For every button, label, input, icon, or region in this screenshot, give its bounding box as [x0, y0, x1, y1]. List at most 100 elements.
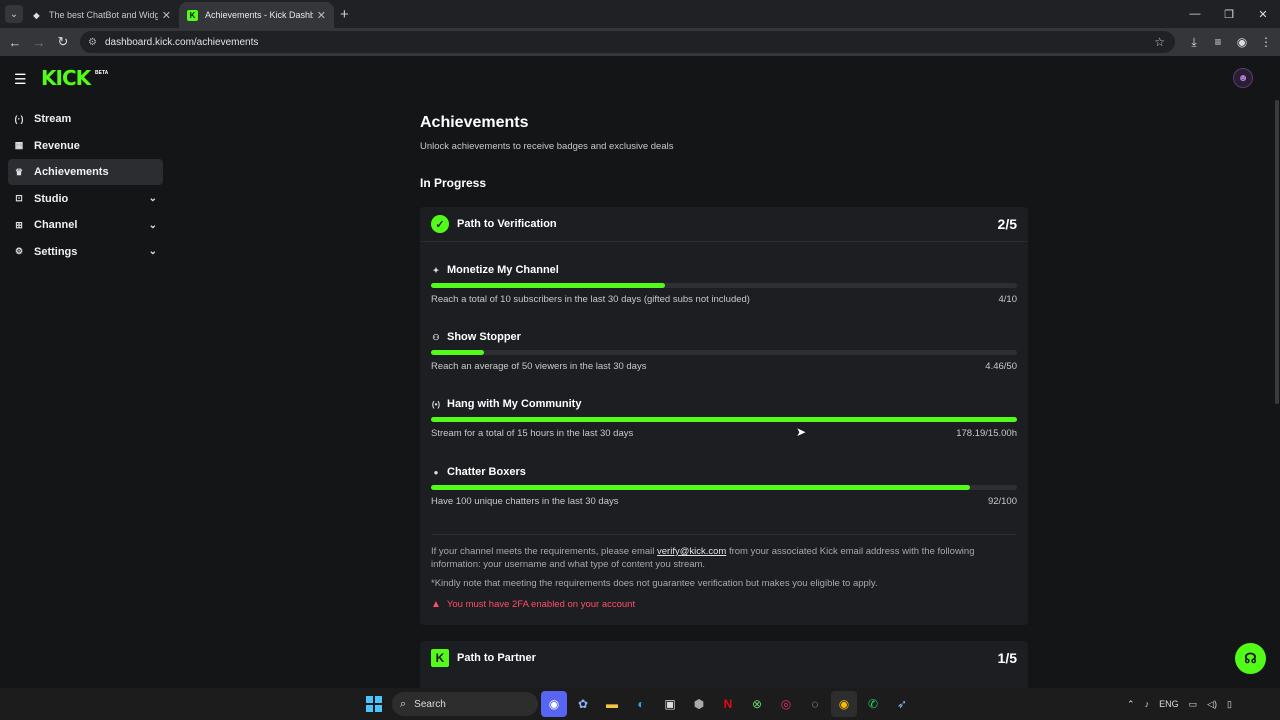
trophy-icon: ♛	[14, 166, 24, 177]
new-tab-button[interactable]: +	[340, 6, 349, 23]
address-bar-row: ← → ↻ ⚙ dashboard.kick.com/achievements …	[0, 28, 1280, 56]
toolbar-icons: ⤓ ≡ ◉ ⋮	[1186, 28, 1274, 56]
discord-icon[interactable]: ◉	[541, 691, 567, 717]
site-info-icon[interactable]: ⚙	[88, 37, 97, 48]
edge-icon[interactable]: ◐	[628, 691, 654, 717]
partner-card: K Path to Partner 1/5	[420, 641, 1028, 688]
warning-icon: ▲	[431, 599, 441, 610]
warning-text: You must have 2FA enabled on your accoun…	[446, 599, 636, 610]
windows-taskbar: ⌕ Search ◉ ✿ ▬ ◐ ▣ ⬢ N ⊗ ◎ ◌ ◉ ✆ ➶ ⌃ ♪ E…	[0, 688, 1280, 720]
avatar[interactable]: ☻	[1233, 68, 1253, 88]
taskbar-search[interactable]: ⌕ Search	[392, 692, 538, 716]
url-text: dashboard.kick.com/achievements	[104, 36, 259, 48]
gear-icon: ⚙	[14, 246, 24, 257]
section-title-in-progress: In Progress	[420, 176, 487, 190]
reload-icon[interactable]: ↻	[51, 34, 75, 50]
volume-icon[interactable]: ◁)	[1207, 699, 1217, 710]
copilot-icon[interactable]: ✿	[570, 691, 596, 717]
kick-logo[interactable]: KICK	[41, 66, 91, 90]
close-tab-icon[interactable]: ✕	[162, 9, 171, 22]
browser-tab-1[interactable]: ◆ The best ChatBot and Widgets ✕	[23, 2, 179, 28]
browser-tab-2[interactable]: K Achievements - Kick Dashboard ✕	[179, 2, 334, 28]
hamburger-menu-icon[interactable]: ☰	[14, 71, 28, 88]
microphone-icon[interactable]: ♪	[1145, 699, 1150, 709]
page-scrollbar[interactable]	[1275, 100, 1279, 404]
card-title: Path to Partner	[457, 652, 536, 664]
media-icon[interactable]: ≡	[1210, 35, 1226, 49]
help-chat-button[interactable]: ☊	[1235, 643, 1266, 674]
verified-badge-icon: ✓	[431, 215, 449, 233]
chevron-down-icon[interactable]: ⌄	[149, 193, 157, 204]
partner-card-header: K Path to Partner 1/5	[420, 641, 1028, 675]
windows-start-icon[interactable]	[366, 696, 382, 712]
verify-email-link[interactable]: verify@kick.com	[657, 546, 726, 557]
chevron-down-icon[interactable]: ⌄	[149, 220, 157, 231]
network-icon[interactable]: ▭	[1189, 699, 1198, 710]
whatsapp-icon[interactable]: ✆	[860, 691, 886, 717]
sidebar-item-label: Settings	[34, 245, 78, 258]
task-hang-with-community: (•) Hang with My Community Stream for a …	[431, 397, 1017, 439]
forward-icon[interactable]: →	[27, 35, 51, 50]
channel-icon: ⊞	[15, 219, 23, 230]
app-icon[interactable]: ⬢	[686, 691, 712, 717]
task-title-row: ⚇ Show Stopper	[431, 330, 1017, 344]
close-window-icon[interactable]: ✕	[1246, 0, 1280, 28]
menu-icon[interactable]: ⋮	[1258, 35, 1274, 49]
studio-icon: ⊡	[15, 193, 23, 204]
bookmark-star-icon[interactable]: ☆	[1154, 35, 1165, 49]
twofa-warning: ▲ You must have 2FA enabled on your acco…	[431, 599, 635, 610]
search-icon: ⌕	[400, 697, 407, 710]
task-title-row: ✦ Monetize My Channel	[431, 263, 1017, 277]
task-title-row: (•) Hang with My Community	[431, 397, 1017, 411]
close-tab-icon[interactable]: ✕	[317, 9, 326, 22]
battery-icon[interactable]: ▯	[1227, 699, 1232, 710]
diamond-icon: ◆	[33, 10, 40, 20]
chrome-icon[interactable]: ◉	[831, 691, 857, 717]
divider	[431, 534, 1017, 535]
language-indicator[interactable]: ENG	[1159, 699, 1179, 709]
sidebar-item-revenue[interactable]: ▦ Revenue	[8, 133, 163, 159]
note-text: If your channel meets the requirements, …	[431, 546, 658, 557]
file-explorer-icon[interactable]: ▬	[599, 691, 625, 717]
task-title: Monetize My Channel	[447, 264, 559, 276]
xbox-icon[interactable]: ⊗	[744, 691, 770, 717]
mouse-cursor-icon: ➤	[796, 425, 807, 439]
url-field[interactable]: ⚙ dashboard.kick.com/achievements ☆	[80, 31, 1175, 53]
restore-icon[interactable]: ❐	[1212, 0, 1246, 28]
verification-card-header: ✓ Path to Verification 2/5	[420, 207, 1028, 242]
minimize-icon[interactable]: —	[1178, 0, 1212, 28]
steam-icon[interactable]: ➶	[889, 691, 915, 717]
sidebar-item-label: Channel	[34, 219, 78, 232]
task-value: 4.46/50	[985, 361, 1017, 372]
task-value: 178.19/15.00h	[956, 428, 1017, 439]
revenue-icon: ▦	[14, 140, 24, 151]
profile-icon[interactable]: ◉	[1234, 35, 1250, 49]
progress-bar	[431, 485, 1017, 490]
progress-bar	[431, 417, 1017, 422]
task-monetize: ✦ Monetize My Channel Reach a total of 1…	[431, 263, 1017, 305]
task-value: 4/10	[998, 294, 1018, 305]
sidebar-item-achievements[interactable]: ♛ Achievements	[8, 159, 163, 186]
page-subtitle: Unlock achievements to receive badges an…	[420, 141, 674, 152]
sidebar-item-studio[interactable]: ⊡ Studio ⌄	[8, 186, 163, 212]
task-chatter-boxers: ● Chatter Boxers Have 100 unique chatter…	[431, 465, 1017, 507]
card-title: Path to Verification	[457, 218, 557, 230]
app-icon[interactable]: ◌	[802, 691, 828, 717]
download-icon[interactable]: ⤓	[1186, 35, 1202, 50]
sidebar-item-settings[interactable]: ⚙ Settings ⌄	[8, 239, 163, 265]
task-title-row: ● Chatter Boxers	[431, 465, 1017, 479]
tab-search-icon[interactable]: ⌄	[5, 5, 23, 23]
tab-title: Achievements - Kick Dashboard	[205, 10, 313, 20]
netflix-icon[interactable]: N	[715, 691, 741, 717]
progress-count: 1/5	[997, 650, 1017, 666]
tray-chevron-up-icon[interactable]: ⌃	[1127, 699, 1135, 710]
sidebar-item-stream[interactable]: (·) Stream	[8, 106, 163, 132]
progress-fill	[431, 350, 484, 355]
dashboard-page: ☰ KICK BETA ☻ (·) Stream ▦ Revenue ♛ Ach…	[0, 56, 1280, 688]
store-icon[interactable]: ▣	[657, 691, 683, 717]
sidebar-item-channel[interactable]: ⊞ Channel ⌄	[8, 212, 163, 238]
back-icon[interactable]: ←	[3, 35, 27, 50]
instagram-icon[interactable]: ◎	[773, 691, 799, 717]
chevron-down-icon[interactable]: ⌄	[149, 246, 157, 257]
sidebar-item-label: Stream	[34, 113, 72, 125]
